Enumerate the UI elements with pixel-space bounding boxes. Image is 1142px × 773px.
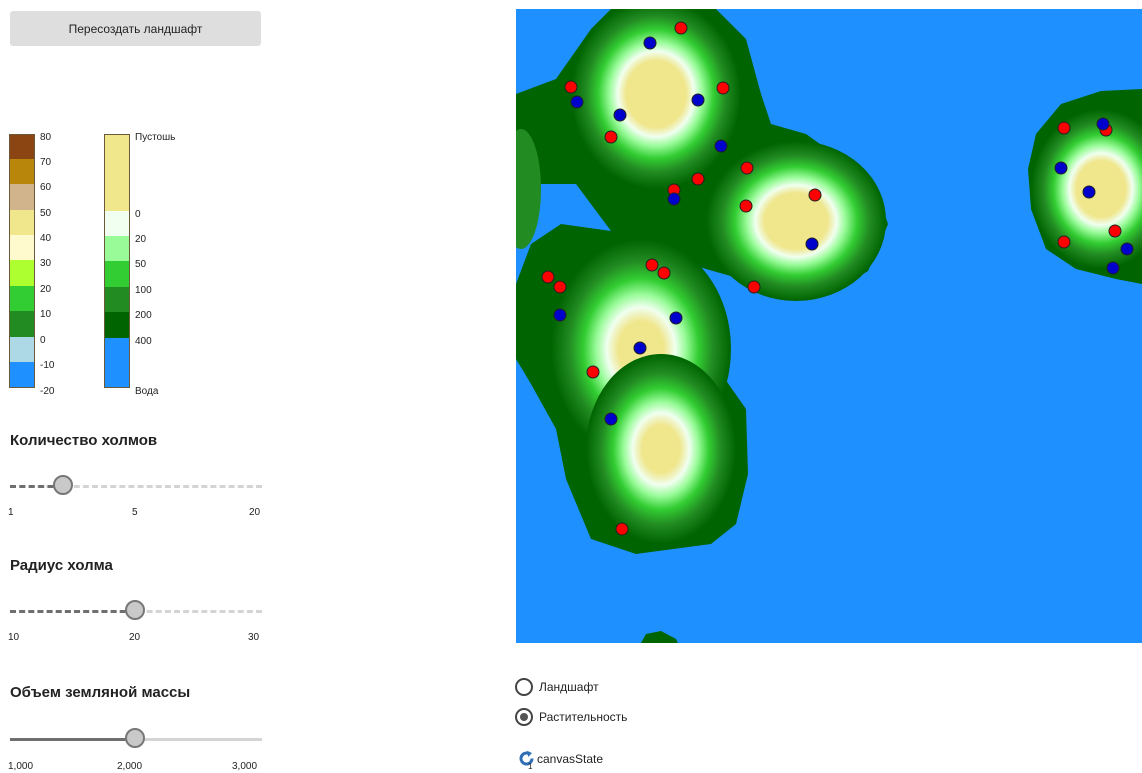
radio-button[interactable] bbox=[515, 708, 533, 726]
elevation-label: 0 bbox=[40, 335, 46, 346]
vegetation-top-label: Пустошь bbox=[135, 132, 176, 143]
canvas-state-label: canvasState bbox=[537, 752, 604, 766]
elevation-label: 20 bbox=[40, 284, 52, 295]
vegetation-label: 20 bbox=[135, 234, 147, 245]
vegetation-label: 100 bbox=[135, 285, 152, 296]
canvas-state-sub: 1 bbox=[528, 762, 533, 771]
earth-mass-slider[interactable] bbox=[10, 727, 262, 751]
refresh-icon[interactable]: 1 bbox=[518, 750, 535, 771]
radio-button[interactable] bbox=[515, 678, 533, 696]
elevation-label: 80 bbox=[40, 132, 52, 143]
vegetation-swatch-0 bbox=[104, 211, 130, 236]
elevation-swatch-40 bbox=[9, 235, 35, 260]
slider-thumb[interactable] bbox=[125, 600, 145, 620]
slider-track-fill bbox=[10, 610, 135, 613]
elevation-label: 30 bbox=[40, 258, 52, 269]
slider-thumb[interactable] bbox=[125, 728, 145, 748]
elevation-label: 70 bbox=[40, 157, 52, 168]
slider-track-fill bbox=[10, 738, 135, 741]
radio-label: Ландшафт bbox=[539, 680, 599, 694]
landscape-map[interactable] bbox=[516, 9, 1142, 643]
canvas-state[interactable]: 1 canvasState bbox=[518, 750, 604, 771]
regenerate-landscape-button[interactable]: Пересоздать ландшафт bbox=[10, 11, 261, 46]
hills-min-label: 1 bbox=[8, 507, 14, 518]
hill-radius-title: Радиус холма bbox=[10, 557, 113, 574]
vegetation-label: 0 bbox=[135, 209, 141, 220]
vegetation-label: 400 bbox=[135, 336, 152, 347]
hill-radius-slider[interactable] bbox=[10, 599, 262, 623]
hills-mid-label: 5 bbox=[132, 507, 138, 518]
elevation-swatch-30 bbox=[9, 260, 35, 286]
elevation-label: -10 bbox=[40, 360, 55, 371]
radius-max-label: 30 bbox=[248, 632, 260, 643]
vegetation-label: 50 bbox=[135, 259, 147, 270]
elevation-swatch-0 bbox=[9, 337, 35, 362]
radius-mid-label: 20 bbox=[129, 632, 141, 643]
elevation-swatch-neg10 bbox=[9, 362, 35, 388]
slider-thumb[interactable] bbox=[53, 475, 73, 495]
elevation-label: 50 bbox=[40, 208, 52, 219]
elevation-swatch-50 bbox=[9, 210, 35, 235]
radio-landscape[interactable]: Ландшафт bbox=[515, 678, 599, 696]
mass-max-label: 3,000 bbox=[232, 761, 258, 772]
elevation-swatch-70 bbox=[9, 159, 35, 184]
radius-min-label: 10 bbox=[8, 632, 20, 643]
elevation-label: 40 bbox=[40, 233, 52, 244]
mass-mid-label: 2,000 bbox=[117, 761, 143, 772]
elevation-swatch-10 bbox=[9, 311, 35, 337]
hills-max-label: 20 bbox=[249, 507, 261, 518]
vegetation-label: 200 bbox=[135, 310, 152, 321]
elevation-swatch-80 bbox=[9, 134, 35, 159]
vegetation-swatch-20 bbox=[104, 236, 130, 261]
elevation-label: 60 bbox=[40, 182, 52, 193]
elevation-label: 10 bbox=[40, 309, 52, 320]
mass-min-label: 1,000 bbox=[8, 761, 34, 772]
vegetation-swatch-100 bbox=[104, 287, 130, 312]
hills-count-slider[interactable] bbox=[10, 474, 262, 498]
hills-count-title: Количество холмов bbox=[10, 432, 158, 449]
radio-vegetation[interactable]: Растительность bbox=[515, 708, 627, 726]
elevation-swatch-20 bbox=[9, 286, 35, 311]
earth-mass-title: Объем земляной массы bbox=[10, 684, 191, 701]
vegetation-swatch-water bbox=[104, 338, 130, 388]
vegetation-bottom-label: Вода bbox=[135, 386, 159, 397]
vegetation-swatch-200 bbox=[104, 312, 130, 338]
vegetation-swatch-50 bbox=[104, 261, 130, 287]
vegetation-swatch-barren bbox=[104, 134, 130, 211]
radio-label: Растительность bbox=[539, 710, 628, 724]
elevation-label: -20 bbox=[40, 386, 55, 397]
elevation-swatch-60 bbox=[9, 184, 35, 210]
